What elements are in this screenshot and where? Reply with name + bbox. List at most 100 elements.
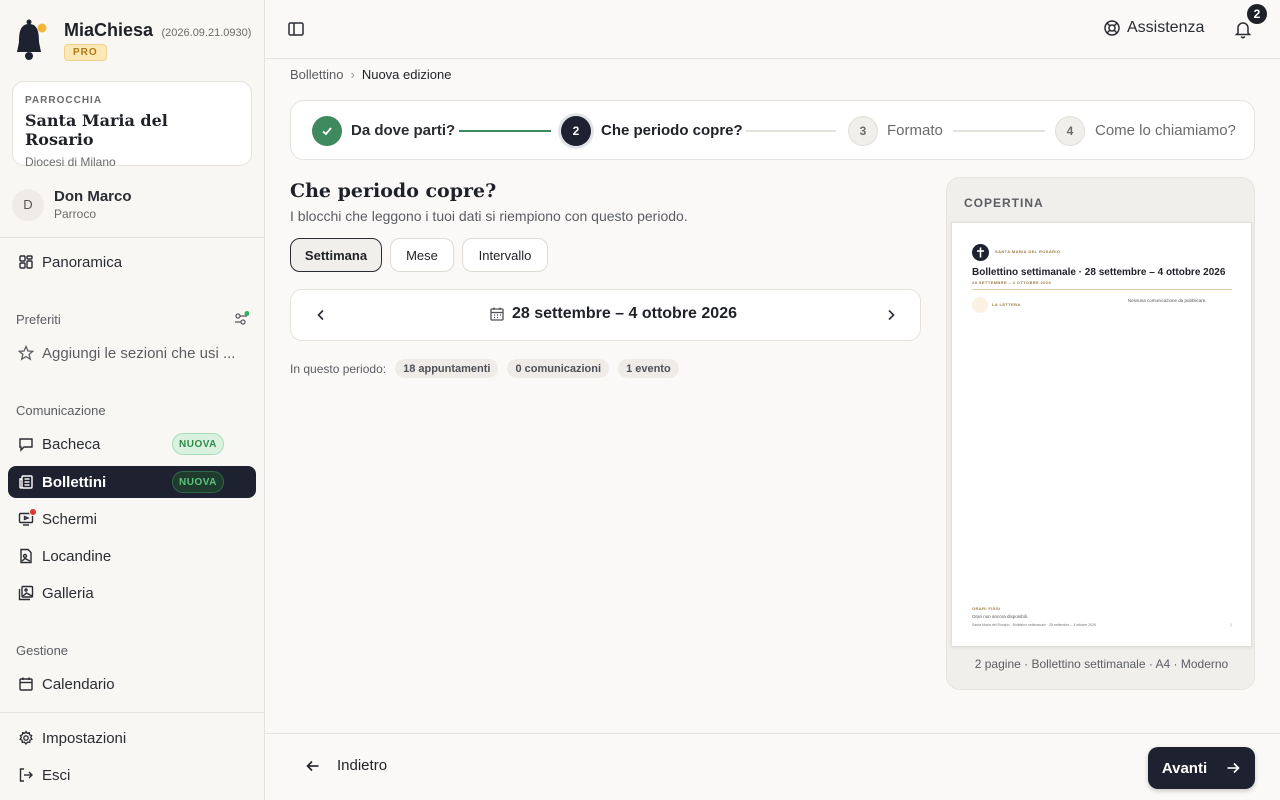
- page-subtitle: I blocchi che leggono i tuoi dati si rie…: [290, 208, 688, 224]
- user-profile[interactable]: D Don Marco Parroco: [12, 188, 132, 221]
- wizard-footer: Indietro Avanti: [265, 733, 1280, 800]
- step-connector: [746, 130, 836, 132]
- step-1-label[interactable]: Da dove parti?: [351, 122, 455, 139]
- chevron-right-icon[interactable]: [883, 307, 899, 323]
- cover-page-thumbnail[interactable]: SANTA MARIA DEL ROSARIO Bollettino setti…: [951, 222, 1252, 647]
- step-4-number[interactable]: 4: [1055, 116, 1085, 146]
- new-badge: NUOVA: [172, 471, 224, 493]
- sidebar-item-bollettini[interactable]: Bollettini NUOVA: [8, 466, 256, 498]
- sidebar-divider: [0, 237, 264, 238]
- preview-caption: 2 pagine · Bollettino settimanale · A4 ·…: [974, 657, 1229, 671]
- page-letter-kicker: LA LETTERA: [992, 302, 1021, 307]
- section-preferiti: Preferiti: [16, 312, 61, 327]
- sidebar-item-panoramica[interactable]: Panoramica: [8, 246, 256, 278]
- monitor-icon: [18, 508, 37, 527]
- period-range: 28 settembre – 4 ottobre 2026: [489, 305, 737, 323]
- cross-logo-icon: [972, 244, 989, 261]
- step-2-label[interactable]: Che periodo copre?: [601, 122, 743, 139]
- parish-kicker: PARROCCHIA: [25, 95, 103, 106]
- sidebar-item-calendario[interactable]: Calendario: [8, 668, 256, 700]
- page-hours-text: Orari non ancora disponibili.: [972, 614, 1029, 619]
- calendar-icon: [490, 307, 504, 321]
- step-connector: [459, 130, 551, 132]
- sidebar-item-label: Bacheca: [42, 435, 101, 453]
- arrow-left-icon: [306, 760, 319, 771]
- period-navigator: 28 settembre – 4 ottobre 2026: [290, 289, 921, 341]
- chevron-left-icon[interactable]: [313, 307, 329, 323]
- period-option-intervallo[interactable]: Intervallo: [462, 238, 548, 272]
- sidebar-item-schermi[interactable]: Schermi: [8, 503, 256, 535]
- back-button[interactable]: Indietro: [305, 757, 387, 774]
- back-label: Indietro: [337, 757, 388, 774]
- customize-favorites-icon[interactable]: [233, 311, 250, 332]
- step-2-number[interactable]: 2: [561, 116, 591, 146]
- page-no-communications: Nessuna comunicazione da pubblicare.: [1128, 298, 1207, 303]
- step-3-label[interactable]: Formato: [887, 122, 943, 139]
- period-summary: In questo periodo: 18 appuntamenti 0 com…: [290, 359, 679, 378]
- user-name: Don Marco: [54, 188, 132, 205]
- communications-chip: 0 comunicazioni: [507, 359, 610, 378]
- parish-name: Santa Maria del Rosario: [25, 111, 168, 149]
- sidebar-item-locandine[interactable]: Locandine: [8, 540, 256, 572]
- message-icon: [18, 436, 34, 452]
- page-hours-kicker: ORARI FISSI: [972, 606, 1001, 611]
- sidebar-item-label: Aggiungi le sezioni che usi ...: [42, 344, 236, 362]
- avatar: D: [12, 188, 44, 221]
- step-3-number[interactable]: 3: [848, 116, 878, 146]
- parish-diocese: Diocesi di Milano: [25, 155, 116, 169]
- assistance-button[interactable]: Assistenza: [1103, 19, 1204, 37]
- page-title-preview: Bollettino settimanale · 28 settembre – …: [972, 267, 1226, 278]
- next-label: Avanti: [1161, 759, 1208, 777]
- sidebar-item-add-favorites[interactable]: Aggiungi le sezioni che usi ...: [8, 337, 256, 369]
- sidebar-item-label: Bollettini: [42, 473, 107, 491]
- period-range-label: 28 settembre – 4 ottobre 2026: [512, 305, 737, 322]
- sidebar-item-label: Calendario: [42, 675, 115, 693]
- assistance-label: Assistenza: [1127, 19, 1205, 36]
- sidebar: MiaChiesa (2026.09.21.0930) PRO PARROCCH…: [0, 0, 265, 800]
- logout-icon: [18, 767, 34, 783]
- period-option-settimana[interactable]: Settimana: [290, 238, 382, 272]
- breadcrumb-current: Nuova edizione: [361, 67, 452, 82]
- step-connector: [953, 130, 1045, 132]
- page-parish: SANTA MARIA DEL ROSARIO: [995, 249, 1061, 254]
- step-1-check-icon[interactable]: [312, 116, 342, 146]
- sidebar-item-bacheca[interactable]: Bacheca NUOVA: [8, 428, 256, 460]
- user-role: Parroco: [54, 207, 97, 221]
- notification-count-badge: 2: [1247, 4, 1267, 24]
- step-4-label[interactable]: Come lo chiamiamo?: [1095, 122, 1236, 139]
- sidebar-item-label: Esci: [42, 766, 71, 784]
- sidebar-item-label: Panoramica: [42, 253, 123, 271]
- cover-preview: COPERTINA SANTA MARIA DEL ROSARIO Bollet…: [946, 177, 1255, 690]
- parish-card[interactable]: PARROCCHIA Santa Maria del Rosario Dioce…: [12, 81, 252, 169]
- sidebar-item-label: Schermi: [42, 510, 98, 528]
- poster-icon: [18, 548, 34, 564]
- app-name: MiaChiesa: [64, 20, 154, 40]
- alert-dot: [29, 508, 37, 516]
- sidebar-toggle-icon[interactable]: [287, 20, 305, 38]
- next-button[interactable]: Avanti: [1148, 747, 1255, 789]
- breadcrumb: Bollettino › Nuova edizione: [290, 67, 451, 82]
- app-version: (2026.09.21.0930): [161, 27, 252, 39]
- breadcrumb-parent[interactable]: Bollettino: [290, 67, 343, 82]
- sidebar-divider: [0, 712, 264, 713]
- gallery-icon: [18, 585, 34, 601]
- page-number: 1: [1230, 623, 1232, 627]
- period-summary-label: In questo periodo:: [290, 361, 387, 376]
- star-icon: [18, 345, 34, 361]
- page-rule: [972, 289, 1232, 290]
- sidebar-item-impostazioni[interactable]: Impostazioni: [8, 722, 256, 754]
- brand-text: MiaChiesa (2026.09.21.0930) PRO: [64, 20, 251, 61]
- period-option-mese[interactable]: Mese: [390, 238, 454, 272]
- sidebar-item-esci[interactable]: Esci: [8, 759, 256, 791]
- sidebar-item-galleria[interactable]: Galleria: [8, 577, 256, 609]
- page-title: Che periodo copre?: [290, 180, 497, 202]
- section-gestione: Gestione: [16, 643, 69, 658]
- page-dates: 28 SETTEMBRE – 4 OTTOBRE 2026: [972, 280, 1052, 285]
- pro-badge: PRO: [64, 44, 107, 61]
- gear-icon: [18, 730, 34, 746]
- newspaper-icon: [18, 474, 34, 490]
- appointments-chip: 18 appuntamenti: [395, 359, 499, 378]
- top-bar: Assistenza 2: [265, 0, 1280, 59]
- brand: MiaChiesa (2026.09.21.0930) PRO: [14, 18, 251, 62]
- events-chip: 1 evento: [618, 359, 679, 378]
